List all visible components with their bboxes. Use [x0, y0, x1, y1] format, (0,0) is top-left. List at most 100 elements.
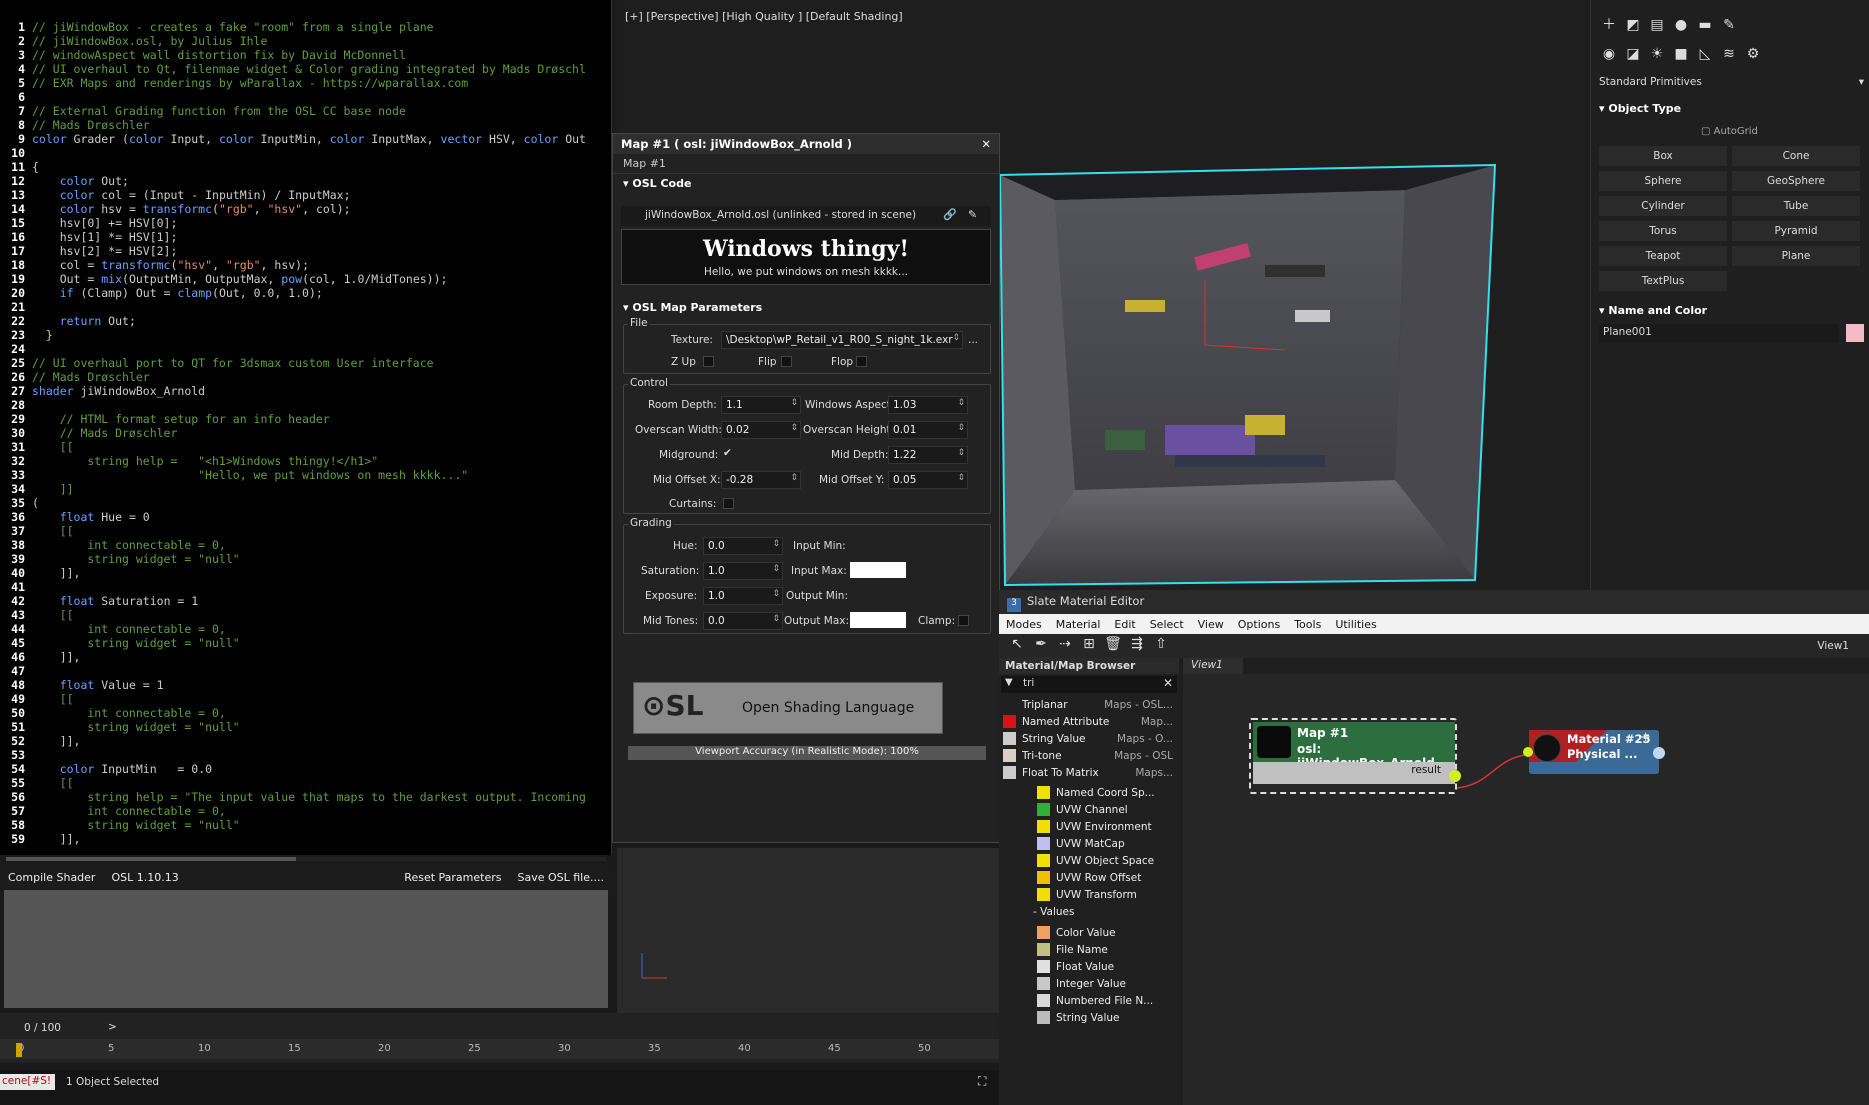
slate-menu-item[interactable]: Select [1143, 618, 1191, 631]
scrollbar-thumb[interactable] [6, 857, 296, 861]
zup-checkbox[interactable] [703, 356, 714, 367]
output-max-color-swatch[interactable] [850, 612, 906, 628]
hide-unused-icon[interactable]: ⇧ [1149, 636, 1173, 656]
osl-code-rollout[interactable]: ▾ OSL Code [613, 174, 999, 194]
code-line[interactable]: 21 [0, 300, 605, 314]
flip-checkbox[interactable] [781, 356, 792, 367]
code-line[interactable]: 43 [[ [0, 608, 605, 622]
code-line[interactable]: 5 // EXR Maps and renderings by wParallax… [0, 76, 605, 90]
code-line[interactable]: 31 [[ [0, 440, 605, 454]
code-line[interactable]: 45 string widget = "null" [0, 636, 605, 650]
code-line[interactable]: 39 string widget = "null" [0, 552, 605, 566]
map-node-header[interactable]: Map #1 osl: jiWindowBox_Arnold [1253, 722, 1455, 770]
move-children-icon[interactable]: ⇶ [1125, 636, 1149, 656]
code-line[interactable]: 22 return Out; [0, 314, 605, 328]
node-view-canvas[interactable]: Map #1 osl: jiWindowBox_Arnold result Ma… [1183, 674, 1869, 1105]
viewport-accuracy-bar[interactable]: Viewport Accuracy (in Realistic Mode): 1… [628, 746, 986, 760]
code-line[interactable]: 8 // Mads Drøschler [0, 118, 605, 132]
primitive-button[interactable]: Sphere [1599, 171, 1727, 191]
systems-icon[interactable]: ⚙ [1741, 46, 1765, 66]
code-line[interactable]: 53 [0, 748, 605, 762]
object-name-field[interactable]: Plane001 [1599, 324, 1839, 342]
code-line[interactable]: 29 // HTML format setup for an info head… [0, 412, 605, 426]
modify-tab-icon[interactable]: ◩ [1621, 17, 1645, 37]
code-line[interactable]: 46 ]], [0, 650, 605, 664]
assign-material-icon[interactable]: ⊞ [1077, 636, 1101, 656]
code-line[interactable]: 42 float Saturation = 1 [0, 594, 605, 608]
code-line[interactable]: 20 if (Clamp) Out = clamp(Out, 0.0, 1.0)… [0, 286, 605, 300]
reset-parameters-button[interactable]: Reset Parameters [396, 868, 509, 887]
timeline[interactable]: 0 / 100 > 05101520253035404550 [0, 1013, 999, 1063]
code-line[interactable]: 36 float Hue = 0 [0, 510, 605, 524]
code-line[interactable]: 47 [0, 664, 605, 678]
time-slider-thumb[interactable] [16, 1043, 22, 1057]
flop-checkbox[interactable] [856, 356, 867, 367]
code-line[interactable]: 9 color Grader (color Input, color InputM… [0, 132, 605, 146]
room-depth-spinner[interactable]: 1.1 [721, 396, 801, 414]
select-tool-icon[interactable]: ↖ [1005, 636, 1029, 656]
slate-menu-item[interactable]: Tools [1287, 618, 1328, 631]
primitive-button[interactable]: Torus [1599, 221, 1727, 241]
lights-icon[interactable]: ☀ [1645, 46, 1669, 66]
slate-title-bar[interactable]: 3 Slate Material Editor [999, 590, 1869, 614]
code-line[interactable]: 25 // UI overhaul port to QT for 3dsmax c… [0, 356, 605, 370]
secondary-viewport[interactable] [617, 848, 999, 1013]
slate-menu-item[interactable]: Material [1049, 618, 1108, 631]
values-category[interactable]: - Values [1033, 906, 1074, 918]
osl-file-field[interactable]: jiWindowBox_Arnold.osl (unlinked - store… [621, 206, 991, 226]
link-icon[interactable]: 🔗 [943, 208, 957, 221]
osl-map-dialog[interactable]: Map #1 ( osl: jiWindowBox_Arnold ) ✕ Map… [612, 133, 1000, 843]
save-osl-file-button[interactable]: Save OSL file.... [509, 868, 612, 887]
code-line[interactable]: 50 int connectable = 0, [0, 706, 605, 720]
curtains-checkbox[interactable] [723, 498, 734, 509]
map-name-field[interactable]: Map #1 [613, 154, 999, 174]
cameras-icon[interactable]: ■ [1669, 46, 1693, 66]
maxscript-listener[interactable]: cene[#S! [0, 1074, 55, 1090]
code-line[interactable]: 19 Out = mix(OutputMin, OutputMax, pow(c… [0, 272, 605, 286]
code-line[interactable]: 14 color hsv = transformc("rgb", "hsv", … [0, 202, 605, 216]
browser-list-item[interactable]: Integer Value [1037, 975, 1207, 992]
code-line[interactable]: 41 [0, 580, 605, 594]
code-line[interactable]: 56 string help = "The input value that m… [0, 790, 605, 804]
browser-list-item[interactable]: UVW Object Space [1037, 852, 1207, 869]
code-line[interactable]: 11 { [0, 160, 605, 174]
object-type-header[interactable]: ▾ Object Type [1599, 102, 1681, 115]
material-map-browser[interactable]: Material/Map Browser tri ▼ ✕ Triplanar Ma… [999, 658, 1179, 1105]
time-slider-frame[interactable]: 0 / 100 [24, 1022, 61, 1034]
slate-menu-item[interactable]: Utilities [1328, 618, 1383, 631]
exposure-spinner[interactable]: 1.0 [703, 587, 783, 605]
browser-list-item[interactable]: UVW Environment [1037, 818, 1207, 835]
input-max-color-swatch[interactable] [850, 562, 906, 578]
primitive-button[interactable]: Cone [1732, 146, 1860, 166]
slate-menu-item[interactable]: View [1191, 618, 1231, 631]
texture-browse-button[interactable]: ... [968, 334, 978, 346]
object-color-swatch[interactable] [1846, 324, 1864, 342]
room-render[interactable] [995, 160, 1515, 590]
code-line[interactable]: 33 "Hello, we put windows on mesh kkkk..… [0, 468, 605, 482]
overscan-height-spinner[interactable]: 0.01 [888, 421, 968, 439]
code-line[interactable]: 3 // windowAspect wall distortion fix by … [0, 48, 605, 62]
browser-list-item[interactable]: Float To Matrix Maps... [1003, 764, 1173, 781]
compile-shader-button[interactable]: Compile Shader [0, 868, 103, 887]
code-line[interactable]: 54 color InputMin = 0.0 [0, 762, 605, 776]
code-line[interactable]: 24 [0, 342, 605, 356]
display-tab-icon[interactable]: ▬ [1693, 17, 1717, 37]
primitive-button[interactable]: TextPlus [1599, 271, 1727, 291]
code-line[interactable]: 55 [[ [0, 776, 605, 790]
code-line[interactable]: 15 hsv[0] += HSV[0]; [0, 216, 605, 230]
expand-plus-icon[interactable]: + [1640, 730, 1651, 745]
code-line[interactable]: 4 // UI overhaul to Qt, filenmae widget &… [0, 62, 605, 76]
browser-list-item[interactable]: Color Value [1037, 924, 1207, 941]
zoom-extents-icon[interactable]: ⛶ [978, 1074, 986, 1089]
slate-menu-item[interactable]: Options [1231, 618, 1287, 631]
code-line[interactable]: 37 [[ [0, 524, 605, 538]
code-line[interactable]: 51 string widget = "null" [0, 720, 605, 734]
browser-list-item[interactable]: UVW Channel [1037, 801, 1207, 818]
windows-aspect-spinner[interactable]: 1.03 [888, 396, 968, 414]
code-line[interactable]: 52 ]], [0, 734, 605, 748]
code-line[interactable]: 34 ]] [0, 482, 605, 496]
midground-checkbox[interactable]: ✔ [723, 447, 732, 459]
overscan-width-spinner[interactable]: 0.02 [721, 421, 801, 439]
next-frame-icon[interactable]: > [108, 1021, 117, 1033]
delete-icon[interactable]: 🗑 [1101, 636, 1125, 656]
